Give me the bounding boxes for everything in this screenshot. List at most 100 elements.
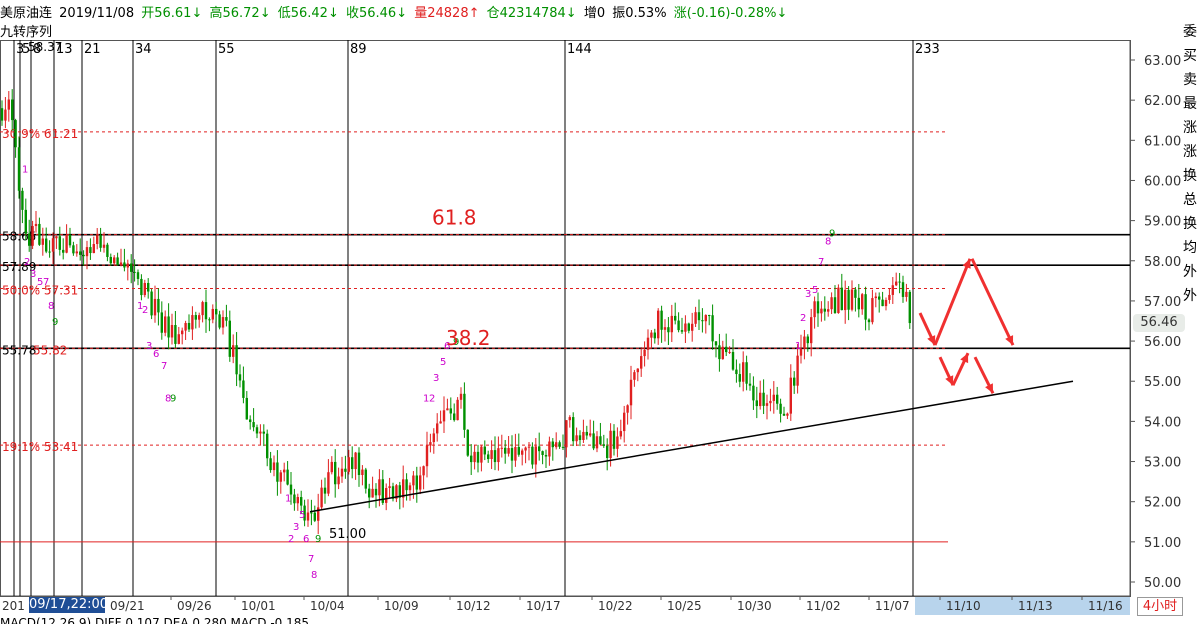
candle-body <box>167 316 170 338</box>
x-axis-tick-label: 10/12 <box>456 599 491 613</box>
candle-body <box>310 512 313 514</box>
candle-body <box>204 302 208 320</box>
candle-body <box>697 312 701 321</box>
quote-panel-label: 买 <box>1183 48 1197 64</box>
candle-body <box>313 512 316 521</box>
candle-body <box>521 450 524 455</box>
quote-panel-label: 涨 <box>1183 120 1197 136</box>
quote-panel-label: 委 <box>1183 24 1197 40</box>
candle-body <box>354 452 357 470</box>
candle-body <box>92 244 95 254</box>
candle-body <box>687 323 690 331</box>
quote-panel-label: 总 <box>1183 192 1197 208</box>
candle-body <box>38 223 41 245</box>
candle-body <box>561 446 565 448</box>
candle-body <box>89 247 92 254</box>
candle-body <box>701 320 704 322</box>
candle-body <box>221 317 225 328</box>
candle-body <box>439 421 442 424</box>
candle-body <box>170 325 174 338</box>
candle-body <box>663 327 667 330</box>
candle-body <box>177 334 180 344</box>
candle-body <box>130 263 133 272</box>
candle-body <box>463 393 466 430</box>
candle-body <box>609 430 612 458</box>
quote-panel-label: 卖 <box>1183 72 1197 88</box>
quote-panel-label: 最 <box>1183 96 1197 112</box>
candle-body <box>708 315 711 317</box>
candle-body <box>731 351 735 370</box>
fib-level-label: 58.65 <box>2 230 36 244</box>
candle-body <box>157 298 160 313</box>
candle-body <box>473 451 476 463</box>
y-axis-tick-label: 57.00 <box>1144 295 1181 310</box>
td-sequence-count: 9 <box>315 534 321 545</box>
candle-body <box>0 108 4 121</box>
candle-body <box>72 245 75 254</box>
td-sequence-count: 8 <box>48 301 54 312</box>
candle-body <box>405 479 408 491</box>
y-axis-tick-label: 63.00 <box>1144 54 1181 69</box>
td-sequence-count: 2 <box>288 534 294 545</box>
candle-body <box>344 468 347 472</box>
period-selector[interactable]: 4小时 <box>1137 597 1183 616</box>
candle-body <box>296 497 299 504</box>
candle-body <box>786 413 789 416</box>
candle-body <box>449 408 452 414</box>
candle-body <box>524 447 527 451</box>
candle-body <box>133 271 136 273</box>
candle-body <box>429 442 432 446</box>
td-sequence-count: 1 <box>22 164 28 175</box>
y-axis-tick-label: 60.00 <box>1144 174 1181 189</box>
candle-body <box>844 289 847 311</box>
candle-body <box>691 323 694 331</box>
candle-body <box>789 377 792 414</box>
candle-body <box>704 315 707 322</box>
fib-ratio-annotation: 38.2 <box>446 326 491 350</box>
td-sequence-count: 3 <box>30 269 36 280</box>
low-price-annotation: 51.00 <box>329 527 366 542</box>
candle-body <box>507 448 510 454</box>
candle-body <box>323 487 327 494</box>
candlestick-chart[interactable]: 63.00 62.00 61.00 60.00 59.00 58.00 57.00 56.00… <box>0 0 1197 624</box>
candle-body <box>21 190 24 210</box>
td-sequence-count: 2 <box>429 393 435 404</box>
candle-body <box>31 226 34 246</box>
candle-body <box>75 251 78 254</box>
td-sequence-count: 7 <box>161 361 167 372</box>
candle-body <box>211 308 214 320</box>
candle-body <box>487 454 490 460</box>
candle-body <box>446 408 449 411</box>
candle-body <box>850 289 854 310</box>
y-axis-tick-label: 62.00 <box>1144 94 1181 109</box>
candle-body <box>874 296 877 299</box>
candle-body <box>119 262 123 265</box>
candle-body <box>466 429 469 456</box>
candle-body <box>595 436 599 449</box>
fib-count-label: 144 <box>567 42 592 57</box>
fib-count-label: 233 <box>915 42 940 57</box>
td-sequence-count: 9 <box>170 393 176 404</box>
td-sequence-count: 3 <box>146 341 152 352</box>
y-axis-tick-label: 56.00 <box>1144 335 1181 350</box>
candle-body <box>279 472 282 482</box>
candle-body <box>782 413 786 416</box>
candle-body <box>347 457 350 472</box>
candle-body <box>548 441 551 457</box>
candle-body <box>578 435 582 440</box>
candle-body <box>85 247 89 257</box>
candle-body <box>840 287 843 311</box>
candle-body <box>45 238 48 252</box>
candle-body <box>793 377 796 386</box>
candle-body <box>378 479 381 496</box>
candle-body <box>864 294 867 320</box>
candle-body <box>854 289 857 298</box>
candle-body <box>504 447 507 454</box>
candle-body <box>470 455 473 463</box>
candle-body <box>408 485 412 491</box>
candle-body <box>48 251 51 253</box>
x-axis-tick-label: 10/01 <box>241 599 276 613</box>
candle-body <box>602 444 605 446</box>
candle-body <box>589 433 592 436</box>
candle-body <box>847 289 850 310</box>
